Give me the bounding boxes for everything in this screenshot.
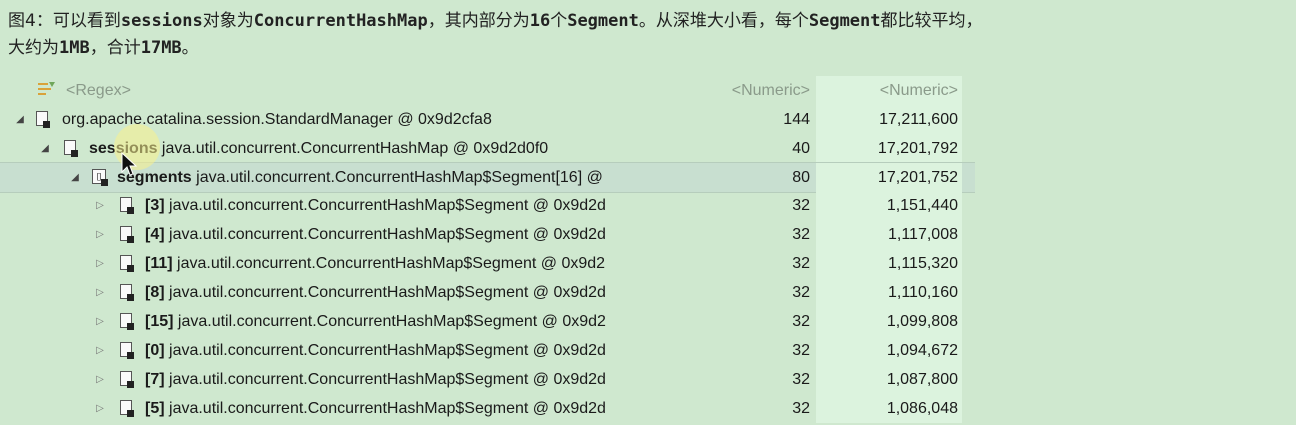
shallow-heap-cell: 80	[792, 169, 810, 186]
row-label: java.util.concurrent.ConcurrentHashMap$S…	[164, 284, 606, 301]
collapse-toggle-icon[interactable]: ▷	[93, 191, 107, 220]
figure-caption: 图4：可以看到sessions对象为ConcurrentHashMap，其内部分…	[8, 8, 1292, 62]
shallow-heap-cell: 32	[792, 371, 810, 388]
row-label: java.util.concurrent.ConcurrentHashMap$S…	[164, 371, 606, 388]
row-label: java.util.concurrent.ConcurrentHashMap @…	[157, 140, 549, 157]
retained-heap-cell: 1,087,800	[816, 365, 962, 394]
tree-row[interactable]: ▷ [4] java.util.concurrent.ConcurrentHas…	[0, 220, 975, 249]
tree-row[interactable]: ▷ [0] java.util.concurrent.ConcurrentHas…	[0, 336, 975, 365]
retained-heap-cell: 1,099,808	[816, 307, 962, 336]
retained-heap-cell: 1,110,160	[816, 278, 962, 307]
filter-icon[interactable]	[36, 80, 56, 98]
object-icon	[120, 400, 134, 417]
collapse-toggle-icon[interactable]: ▷	[93, 365, 107, 394]
retained-heap-cell: 17,211,600	[816, 105, 962, 134]
retained-heap-cell: 17,201,752	[816, 163, 962, 192]
tree-row[interactable]: ▷ [11] java.util.concurrent.ConcurrentHa…	[0, 249, 975, 278]
object-icon	[120, 284, 134, 301]
retained-heap-cell: 1,086,048	[816, 394, 962, 423]
array-icon: []	[92, 169, 108, 186]
row-label: java.util.concurrent.ConcurrentHashMap$S…	[164, 342, 606, 359]
filter-row: <Regex> <Numeric> <Numeric>	[0, 76, 975, 105]
tree-row[interactable]: ▷ [7] java.util.concurrent.ConcurrentHas…	[0, 365, 975, 394]
caption-line-1: 图4：可以看到sessions对象为ConcurrentHashMap，其内部分…	[8, 11, 983, 31]
retained-heap-cell: 1,094,672	[816, 336, 962, 365]
tree-row[interactable]: ▷ [8] java.util.concurrent.ConcurrentHas…	[0, 278, 975, 307]
shallow-heap-cell: 40	[792, 140, 810, 157]
collapse-toggle-icon[interactable]: ▷	[93, 249, 107, 278]
collapse-toggle-icon[interactable]: ▷	[93, 336, 107, 365]
collapse-toggle-icon[interactable]: ▷	[93, 394, 107, 423]
retained-heap-cell: 17,201,792	[816, 134, 962, 163]
regex-filter-input[interactable]: <Regex>	[66, 76, 131, 105]
shallow-heap-cell: 32	[792, 342, 810, 359]
object-icon	[120, 313, 134, 330]
shallow-heap-cell: 32	[792, 284, 810, 301]
shallow-heap-cell: 32	[792, 400, 810, 417]
shallow-heap-cell: 32	[792, 313, 810, 330]
mouse-cursor-icon	[121, 152, 138, 176]
row-label: java.util.concurrent.ConcurrentHashMap$S…	[164, 400, 606, 417]
object-icon	[36, 111, 50, 128]
collapse-toggle-icon[interactable]: ▷	[93, 307, 107, 336]
tree-row[interactable]: ▷ [3] java.util.concurrent.ConcurrentHas…	[0, 191, 975, 220]
row-label: java.util.concurrent.ConcurrentHashMap$S…	[191, 169, 603, 186]
expand-toggle-icon[interactable]: ◢	[38, 134, 52, 163]
retained-heap-cell: 1,151,440	[816, 191, 962, 220]
row-label: java.util.concurrent.ConcurrentHashMap$S…	[164, 197, 606, 214]
object-icon	[120, 197, 134, 214]
object-icon	[120, 342, 134, 359]
shallow-heap-cell: 32	[792, 255, 810, 272]
row-label: java.util.concurrent.ConcurrentHashMap$S…	[164, 226, 606, 243]
caption-line-2: 大约为1MB，合计17MB。	[8, 38, 199, 58]
shallow-heap-cell: 32	[792, 226, 810, 243]
tree-row[interactable]: ▷ [5] java.util.concurrent.ConcurrentHas…	[0, 394, 975, 423]
object-icon	[120, 255, 134, 272]
retained-heap-filter[interactable]: <Numeric>	[816, 76, 962, 105]
collapse-toggle-icon[interactable]: ▷	[93, 278, 107, 307]
shallow-heap-filter[interactable]: <Numeric>	[686, 76, 814, 105]
collapse-toggle-icon[interactable]: ▷	[93, 220, 107, 249]
expand-toggle-icon[interactable]: ◢	[68, 163, 82, 192]
object-icon	[120, 371, 134, 388]
row-label: java.util.concurrent.ConcurrentHashMap$S…	[172, 255, 606, 272]
row-label: java.util.concurrent.ConcurrentHashMap$S…	[173, 313, 606, 330]
expand-toggle-icon[interactable]: ◢	[13, 105, 27, 134]
shallow-heap-cell: 32	[792, 197, 810, 214]
shallow-heap-cell: 144	[783, 111, 810, 128]
retained-heap-cell: 1,117,008	[816, 220, 962, 249]
retained-heap-cell: 1,115,320	[816, 249, 962, 278]
object-icon	[120, 226, 134, 243]
object-icon	[64, 140, 78, 157]
tree-row[interactable]: ▷ [15] java.util.concurrent.ConcurrentHa…	[0, 307, 975, 336]
